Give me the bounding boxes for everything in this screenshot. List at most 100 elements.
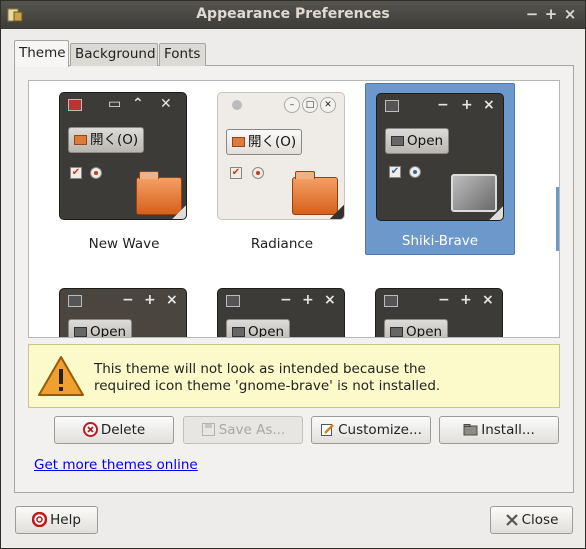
window-close-button[interactable]: × (561, 5, 579, 23)
theme-item-shiki-brave[interactable]: − + × Open ✔ Shiki-Brave (365, 83, 515, 255)
warning-line-1: This theme will not look as intended bec… (94, 361, 426, 377)
open-label: Open (90, 324, 127, 338)
theme-preview: − + × Open (59, 288, 187, 338)
save-as-button[interactable]: Save As... (183, 416, 303, 444)
folder-icon (74, 135, 87, 145)
minimize-icon: − (122, 292, 134, 308)
checkbox-preview: ✔ (230, 167, 242, 179)
folder-icon (391, 136, 404, 146)
folder-icon (463, 424, 478, 436)
theme-preview: − + × Open ✔ (376, 93, 504, 221)
radio-preview (252, 167, 264, 179)
warning-line-2: required icon theme 'gnome-brave' is not… (94, 378, 441, 394)
close-button[interactable]: Close (490, 506, 573, 534)
maximize-icon: + (144, 292, 156, 308)
maximize-icon: + (302, 292, 314, 308)
close-icon: ✕ (320, 97, 336, 113)
close-icon: × (324, 292, 336, 308)
minimize-button[interactable]: − (523, 5, 541, 23)
tab-fonts[interactable]: Fonts (159, 43, 206, 66)
save-as-label: Save As... (218, 422, 286, 438)
open-button-preview: Open (226, 319, 291, 338)
open-button-preview: 開く(O) (68, 127, 145, 153)
minimize-icon: − (438, 292, 450, 308)
theme-preview: − + × Open (217, 288, 345, 338)
open-button-preview: Open (385, 128, 450, 154)
close-icon: × (482, 292, 494, 308)
minimize-icon: ▭ (108, 96, 122, 112)
page-curl (172, 205, 186, 219)
open-button-preview: Open (68, 319, 133, 338)
theme-item[interactable]: − + × Open (49, 283, 199, 338)
tab-theme[interactable]: Theme (14, 40, 69, 67)
minimize-icon: − (437, 97, 449, 113)
open-button-preview: Open (384, 319, 449, 338)
window-icon (385, 100, 399, 112)
install-label: Install... (481, 422, 535, 438)
edit-icon (321, 424, 335, 436)
save-icon (201, 423, 215, 436)
close-label: Close (521, 512, 559, 528)
open-label: Open (406, 324, 443, 338)
radio-preview (409, 166, 421, 178)
warning-bar: This theme will not look as intended bec… (28, 344, 560, 408)
help-icon (32, 512, 48, 527)
page-curl (330, 205, 344, 219)
scrollbar[interactable] (556, 187, 559, 251)
open-label: 開く(O) (90, 132, 139, 148)
help-button[interactable]: Help (15, 506, 98, 534)
open-button-preview: 開く(O) (226, 129, 303, 155)
minimize-icon: – (284, 97, 300, 113)
delete-button[interactable]: Delete (54, 416, 174, 444)
maximize-icon: ⌃ (132, 96, 144, 112)
appearance-preferences-window: Appearance Preferences − + × Theme Backg… (0, 0, 586, 549)
theme-preview: – □ ✕ 開く(O) ✔ (217, 92, 345, 220)
theme-name: Radiance (250, 236, 314, 252)
get-more-themes-link[interactable]: Get more themes online (34, 457, 198, 473)
maximize-icon: + (460, 292, 472, 308)
open-label: Open (407, 133, 444, 149)
tab-background[interactable]: Background (70, 43, 158, 66)
checkbox-preview: ✔ (70, 167, 82, 179)
minimize-icon: − (280, 292, 292, 308)
window-icon (68, 99, 82, 111)
theme-name: New Wave (88, 236, 160, 252)
open-label: Open (248, 324, 285, 338)
close-icon: ✕ (160, 96, 172, 112)
maximize-icon: + (461, 97, 473, 113)
warning-message: This theme will not look as intended bec… (94, 361, 440, 395)
customize-button[interactable]: Customize... (311, 416, 431, 444)
maximize-button[interactable]: + (542, 5, 560, 23)
window-icon (226, 295, 240, 307)
window-icon (68, 295, 82, 307)
install-button[interactable]: Install... (439, 416, 559, 444)
help-label: Help (50, 512, 81, 528)
theme-preview: ▭ ⌃ ✕ 開く(O) ✔ (59, 92, 187, 220)
folder-icon (232, 327, 245, 337)
delete-label: Delete (100, 422, 146, 438)
window-title: Appearance Preferences (196, 6, 390, 22)
radio-preview (90, 167, 102, 179)
close-icon: × (483, 97, 495, 113)
folder-icon (232, 137, 245, 147)
open-label: 開く(O) (248, 134, 297, 150)
folder-icon (390, 327, 403, 337)
customize-label: Customize... (338, 422, 422, 438)
page-curl (489, 206, 503, 220)
theme-item[interactable]: − + × Open (207, 283, 357, 338)
theme-name: Shiki-Brave (401, 233, 479, 249)
warning-icon (38, 356, 84, 396)
theme-preview: − + × Open (375, 288, 503, 338)
maximize-icon: □ (302, 97, 318, 113)
close-icon (505, 514, 518, 526)
title-bar[interactable]: Appearance Preferences − + × (1, 1, 585, 29)
theme-item[interactable]: − + × Open (365, 283, 515, 338)
theme-item-radiance[interactable]: – □ ✕ 開く(O) ✔ Radiance (207, 87, 357, 259)
delete-icon (82, 422, 98, 437)
folder-icon (74, 327, 87, 337)
checkbox-preview: ✔ (389, 166, 401, 178)
close-icon: × (166, 292, 178, 308)
theme-list[interactable]: ▭ ⌃ ✕ 開く(O) ✔ New Wave – □ ✕ 開く(O) ✔ Rad… (28, 80, 560, 338)
theme-item-new-wave[interactable]: ▭ ⌃ ✕ 開く(O) ✔ New Wave (49, 87, 199, 259)
window-icon (384, 295, 398, 307)
